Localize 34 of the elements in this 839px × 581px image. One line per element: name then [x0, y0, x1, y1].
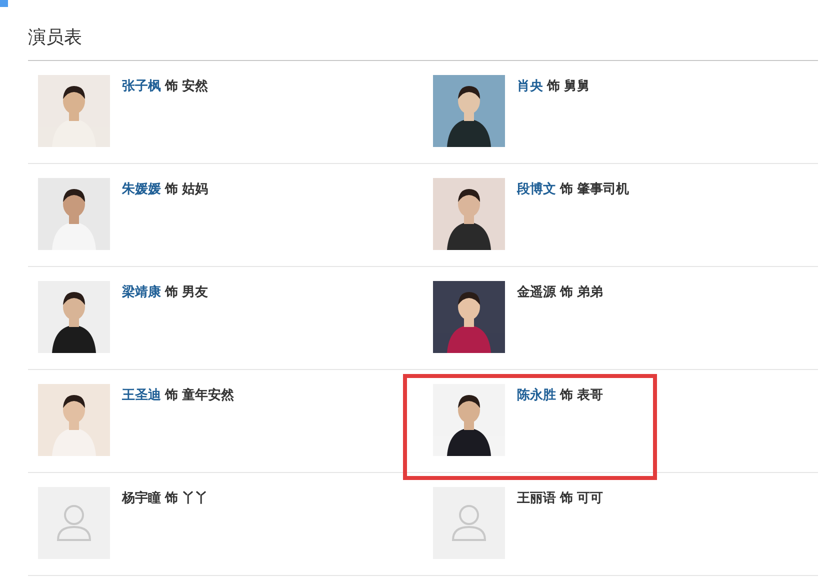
- as-word: 饰: [165, 180, 178, 198]
- actor-name: 杨宇瞳: [122, 489, 161, 507]
- actor-link[interactable]: 段博文: [517, 179, 556, 199]
- as-word: 饰: [560, 283, 573, 301]
- actor-link[interactable]: 朱媛媛: [122, 179, 161, 199]
- role-name: 肇事司机: [577, 180, 629, 198]
- actor-link[interactable]: 陈永胜: [517, 385, 556, 405]
- as-word: 饰: [560, 386, 573, 404]
- as-word: 饰: [165, 386, 178, 404]
- role-name: 男友: [182, 283, 208, 301]
- actor-name: 王丽语: [517, 489, 556, 507]
- role-name: 童年安然: [182, 386, 234, 404]
- as-word: 饰: [165, 283, 178, 301]
- as-word: 饰: [560, 180, 573, 198]
- section-title: 演员表: [28, 26, 818, 61]
- as-word: 饰: [560, 489, 573, 507]
- actor-name: 金遥源: [517, 283, 556, 301]
- heading-marker: [0, 0, 8, 7]
- role-name: 姑妈: [182, 180, 208, 198]
- as-word: 饰: [547, 77, 560, 95]
- person-icon: [56, 504, 92, 542]
- role-name: 丫丫: [182, 489, 208, 507]
- actor-link[interactable]: 梁靖康: [122, 282, 161, 302]
- actor-link[interactable]: 肖央: [517, 76, 543, 96]
- role-name: 舅舅: [564, 77, 590, 95]
- role-name: 安然: [182, 77, 208, 95]
- as-word: 饰: [165, 77, 178, 95]
- role-name: 可可: [577, 489, 603, 507]
- person-icon: [451, 504, 487, 542]
- actor-link[interactable]: 张子枫: [122, 76, 161, 96]
- as-word: 饰: [165, 489, 178, 507]
- actor-link[interactable]: 王圣迪: [122, 385, 161, 405]
- role-name: 表哥: [577, 386, 603, 404]
- role-name: 弟弟: [577, 283, 603, 301]
